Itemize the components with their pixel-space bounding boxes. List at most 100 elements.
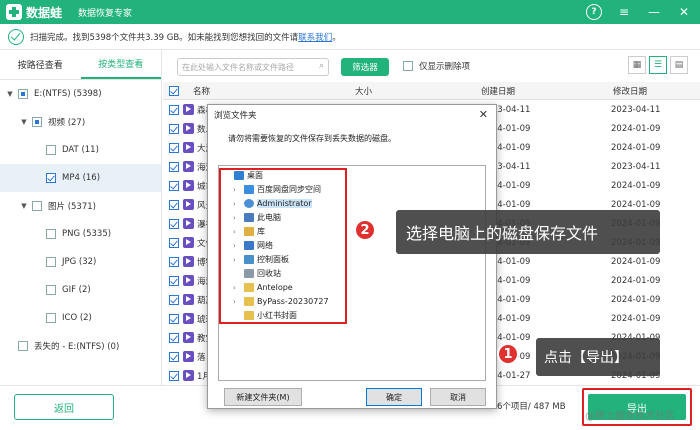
step2-text: 选择电脑上的磁盘保存文件 xyxy=(406,224,599,243)
checkbox[interactable] xyxy=(169,256,179,267)
checkbox[interactable] xyxy=(169,237,179,248)
check-circle-icon xyxy=(8,28,24,45)
video-file-icon xyxy=(183,332,194,343)
tree-item-ico[interactable]: ICO (2) xyxy=(0,304,161,332)
expand-arrow-icon[interactable]: ▼ xyxy=(20,202,28,210)
back-button[interactable]: 返回 xyxy=(14,394,114,420)
tree-item-jpg[interactable]: JPG (32) xyxy=(0,248,161,276)
video-file-icon xyxy=(183,351,194,362)
checkbox[interactable] xyxy=(32,201,42,211)
left-panel: 按路径查看 按类型查看 ▼ E:(NTFS) (5398) ▼ 视频 (27) … xyxy=(0,50,162,385)
tab-by-path[interactable]: 按路径查看 xyxy=(0,50,81,79)
scan-status-text: 扫描完成。找到5398个文件共3.39 GB。如未能找到您想找回的文件请 xyxy=(30,32,299,43)
video-file-icon xyxy=(183,275,194,286)
plus-logo-icon xyxy=(6,4,22,20)
app-subtitle: 数据恢复专家 xyxy=(78,8,133,19)
menu-icon[interactable]: ≡ xyxy=(616,4,632,20)
help-icon[interactable]: ? xyxy=(586,4,602,20)
select-all-checkbox[interactable] xyxy=(169,86,179,96)
detail-view-icon[interactable]: ▤ xyxy=(670,56,688,74)
checkbox[interactable] xyxy=(169,370,179,381)
checkbox[interactable] xyxy=(46,313,56,323)
file-toolbar: 在此处输入文件名称或文件路径 ⌕ 筛选器 仅显示删除项 ▦ ☰ ▤ xyxy=(163,50,700,82)
checkbox[interactable] xyxy=(46,285,56,295)
search-icon[interactable]: ⌕ xyxy=(319,61,324,71)
col-created[interactable]: 创建日期 xyxy=(481,85,515,97)
checkbox[interactable] xyxy=(18,341,28,351)
step1-badge: 1 xyxy=(497,343,519,365)
checkbox[interactable] xyxy=(169,313,179,324)
video-file-icon xyxy=(183,218,194,229)
filter-button[interactable]: 筛选器 xyxy=(341,58,389,76)
checkbox[interactable] xyxy=(169,351,179,362)
dialog-title: 浏览文件夹 xyxy=(214,111,257,121)
tree-item-lost[interactable]: 丢失的 - E:(NTFS) (0) xyxy=(0,332,161,360)
grid-view-icon[interactable]: ▦ xyxy=(628,56,646,74)
checkbox[interactable] xyxy=(169,142,179,153)
checkbox[interactable] xyxy=(169,275,179,286)
checkbox[interactable] xyxy=(169,332,179,343)
video-file-icon xyxy=(183,294,194,305)
checkbox[interactable] xyxy=(169,104,179,115)
step1-text: 点击【导出】 xyxy=(544,350,628,366)
contact-us-link[interactable]: 联系我们 xyxy=(298,31,332,43)
scan-status: 扫描完成。找到5398个文件共3.39 GB。如未能找到您想找回的文件请 联系我… xyxy=(0,24,700,50)
minimize-icon[interactable]: — xyxy=(646,4,662,20)
watermark: @稀土掘金技术社区 xyxy=(585,411,675,422)
step2-badge: 2 xyxy=(354,219,376,241)
table-header: 名称 大小 创建日期 修改日期 xyxy=(163,82,700,100)
expand-arrow-icon[interactable]: ▼ xyxy=(20,118,28,126)
tree-item-dat[interactable]: DAT (11) xyxy=(0,136,161,164)
scan-status-tail: 。 xyxy=(332,32,341,43)
dialog-description: 请勿将需要恢复的文件保存到丢失数据的磁盘。 xyxy=(228,134,396,143)
search-placeholder: 在此处输入文件名称或文件路径 xyxy=(182,62,294,72)
tree-item-images[interactable]: ▼ 图片 (5371) xyxy=(0,192,161,220)
video-file-icon xyxy=(183,104,194,115)
close-icon[interactable]: ✕ xyxy=(676,4,692,20)
checkbox[interactable] xyxy=(169,294,179,305)
video-file-icon xyxy=(183,199,194,210)
tree-item-drive[interactable]: ▼ E:(NTFS) (5398) xyxy=(0,80,161,108)
checkbox[interactable] xyxy=(32,117,42,127)
folder-tree-highlight xyxy=(219,168,347,324)
video-file-icon xyxy=(183,123,194,134)
video-file-icon xyxy=(183,142,194,153)
deleted-only-toggle[interactable]: 仅显示删除项 xyxy=(403,60,470,72)
checkbox[interactable] xyxy=(46,173,56,183)
video-file-icon xyxy=(183,180,194,191)
video-file-icon xyxy=(183,161,194,172)
col-name[interactable]: 名称 xyxy=(193,85,210,97)
checkbox[interactable] xyxy=(46,229,56,239)
tree-item-gif[interactable]: GIF (2) xyxy=(0,276,161,304)
checkbox[interactable] xyxy=(169,218,179,229)
tree-item-png[interactable]: PNG (5335) xyxy=(0,220,161,248)
step2-callout: 选择电脑上的磁盘保存文件 xyxy=(396,210,660,254)
list-view-icon[interactable]: ☰ xyxy=(649,56,667,74)
col-modified[interactable]: 修改日期 xyxy=(613,85,647,97)
title-bar: 数据蛙 数据恢复专家 ? ≡ — ✕ xyxy=(0,0,700,24)
checkbox[interactable] xyxy=(403,61,413,71)
checkbox[interactable] xyxy=(46,257,56,267)
step1-callout: 点击【导出】 xyxy=(536,338,660,376)
expand-arrow-icon[interactable]: ▼ xyxy=(6,90,14,98)
checkbox[interactable] xyxy=(18,89,28,99)
checkbox[interactable] xyxy=(169,180,179,191)
video-file-icon xyxy=(183,237,194,248)
ok-button[interactable]: 确定 xyxy=(366,388,422,406)
cancel-button[interactable]: 取消 xyxy=(430,388,486,406)
tab-by-type[interactable]: 按类型查看 xyxy=(80,50,161,79)
selection-count: 6个项目/ 487 MB xyxy=(497,402,566,412)
checkbox[interactable] xyxy=(169,123,179,134)
new-folder-button[interactable]: 新建文件夹(M) xyxy=(224,388,302,406)
checkbox[interactable] xyxy=(169,199,179,210)
checkbox[interactable] xyxy=(169,161,179,172)
dialog-close-icon[interactable]: ✕ xyxy=(479,108,488,121)
tree-item-mp4[interactable]: MP4 (16) xyxy=(0,164,161,192)
checkbox[interactable] xyxy=(46,145,56,155)
tree-item-video[interactable]: ▼ 视频 (27) xyxy=(0,108,161,136)
search-input[interactable]: 在此处输入文件名称或文件路径 ⌕ xyxy=(177,58,329,76)
video-file-icon xyxy=(183,313,194,324)
app-logo: 数据蛙 xyxy=(6,4,62,21)
col-size[interactable]: 大小 xyxy=(355,85,372,97)
video-file-icon xyxy=(183,370,194,381)
